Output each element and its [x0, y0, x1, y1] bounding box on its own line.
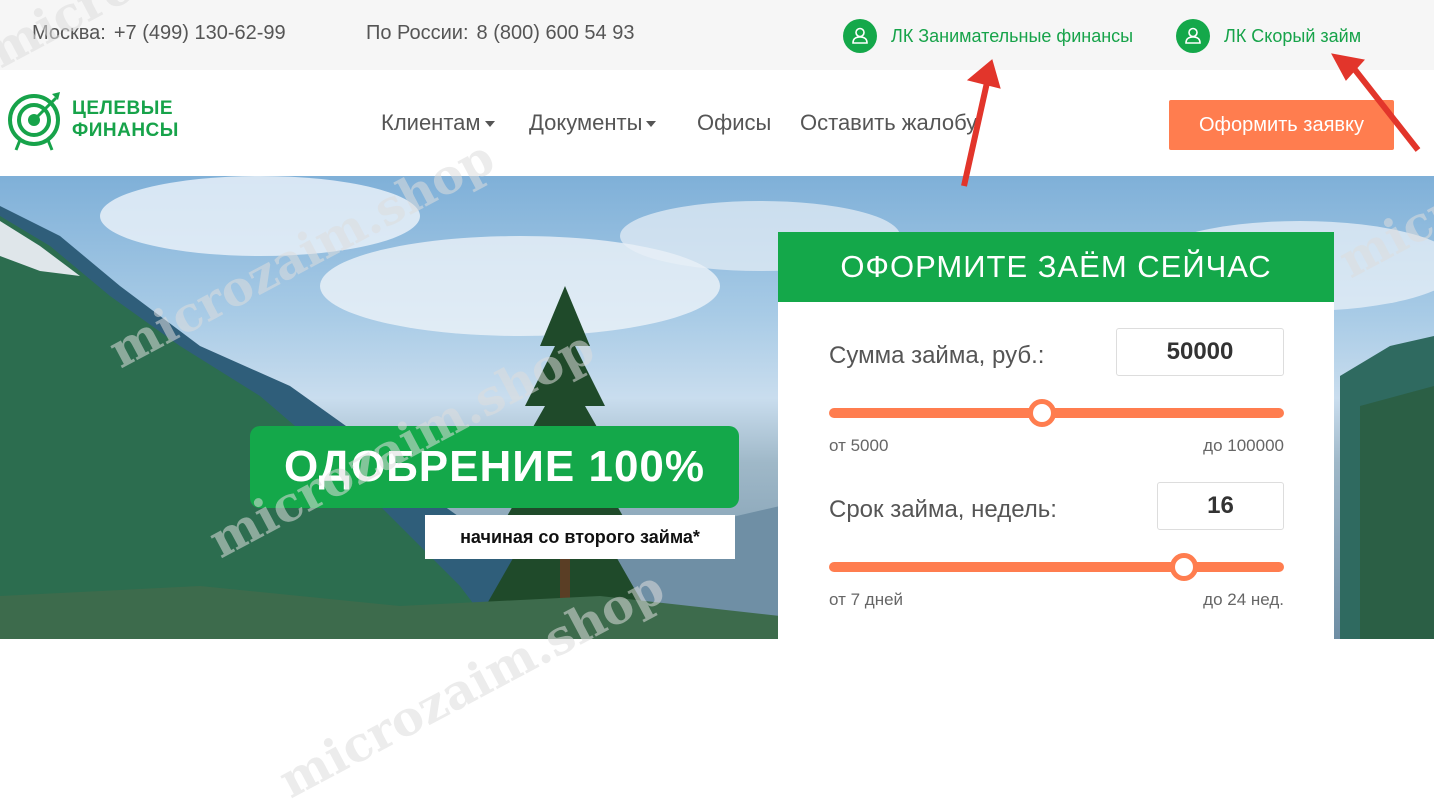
term-input[interactable]: 16 [1157, 482, 1284, 530]
caret-down-icon [484, 121, 495, 128]
nav-documents[interactable]: Документы [529, 110, 657, 136]
nav-offices[interactable]: Офисы [697, 110, 771, 136]
amount-input[interactable]: 50000 [1116, 328, 1284, 376]
nav-complaint-label: Оставить жалобу [800, 110, 978, 135]
amount-min-label: от 5000 [829, 436, 889, 455]
moscow-phone[interactable]: Москва: +7 (499) 130-62-99 [32, 22, 286, 45]
amount-slider-track[interactable] [829, 408, 1284, 418]
loan-form: ОФОРМИТЕ ЗАЁМ СЕЙЧАС Сумма займа, руб.: … [778, 232, 1334, 639]
russia-phone[interactable]: По России: 8 (800) 600 54 93 [366, 22, 634, 45]
term-min-label: от 7 дней [829, 590, 904, 609]
approval-badge: ОДОБРЕНИЕ 100% [250, 426, 739, 508]
loan-form-title: ОФОРМИТЕ ЗАЁМ СЕЙЧАС [778, 232, 1334, 302]
apply-button[interactable]: Оформить заявку [1169, 100, 1394, 150]
lk-fast-loan-link[interactable]: ЛК Скорый займ [1176, 18, 1361, 54]
term-max-label: до 24 нед. [1203, 590, 1284, 609]
lk-entertaining-finance-label: ЛК Занимательные финансы [891, 25, 1134, 46]
logo-text: ЦЕЛЕВЫЕ ФИНАНСЫ [72, 98, 179, 142]
logo-line-2: ФИНАНСЫ [72, 120, 179, 141]
logo-line-1: ЦЕЛЕВЫЕ [72, 98, 174, 119]
russia-label: По России: [366, 22, 469, 44]
nav-clients-label: Клиентам [381, 110, 481, 135]
user-icon [843, 19, 877, 53]
lk-fast-loan-label: ЛК Скорый займ [1224, 25, 1362, 46]
amount-max-label: до 100000 [1203, 436, 1284, 455]
logo[interactable]: ЦЕЛЕВЫЕ ФИНАНСЫ [6, 88, 179, 152]
term-label: Срок займа, недель: [829, 496, 1057, 523]
nav-complaint[interactable]: Оставить жалобу [800, 110, 977, 136]
amount-label: Сумма займа, руб.: [829, 342, 1045, 369]
amount-slider-handle[interactable] [1028, 399, 1056, 427]
moscow-label: Москва: [32, 22, 106, 44]
term-slider-track[interactable] [829, 562, 1284, 572]
target-icon [8, 92, 60, 151]
nav-clients[interactable]: Клиентам [381, 110, 495, 136]
nav-documents-label: Документы [529, 110, 643, 135]
russia-phone-number[interactable]: 8 (800) 600 54 93 [477, 22, 635, 44]
nav-offices-label: Офисы [697, 110, 772, 135]
approval-note: начиная со второго займа* [425, 515, 735, 559]
lk-entertaining-finance-link[interactable]: ЛК Занимательные финансы [843, 18, 1133, 54]
user-icon [1176, 19, 1210, 53]
term-slider-handle[interactable] [1170, 553, 1198, 581]
caret-down-icon [646, 121, 657, 128]
moscow-phone-number[interactable]: +7 (499) 130-62-99 [114, 22, 286, 44]
